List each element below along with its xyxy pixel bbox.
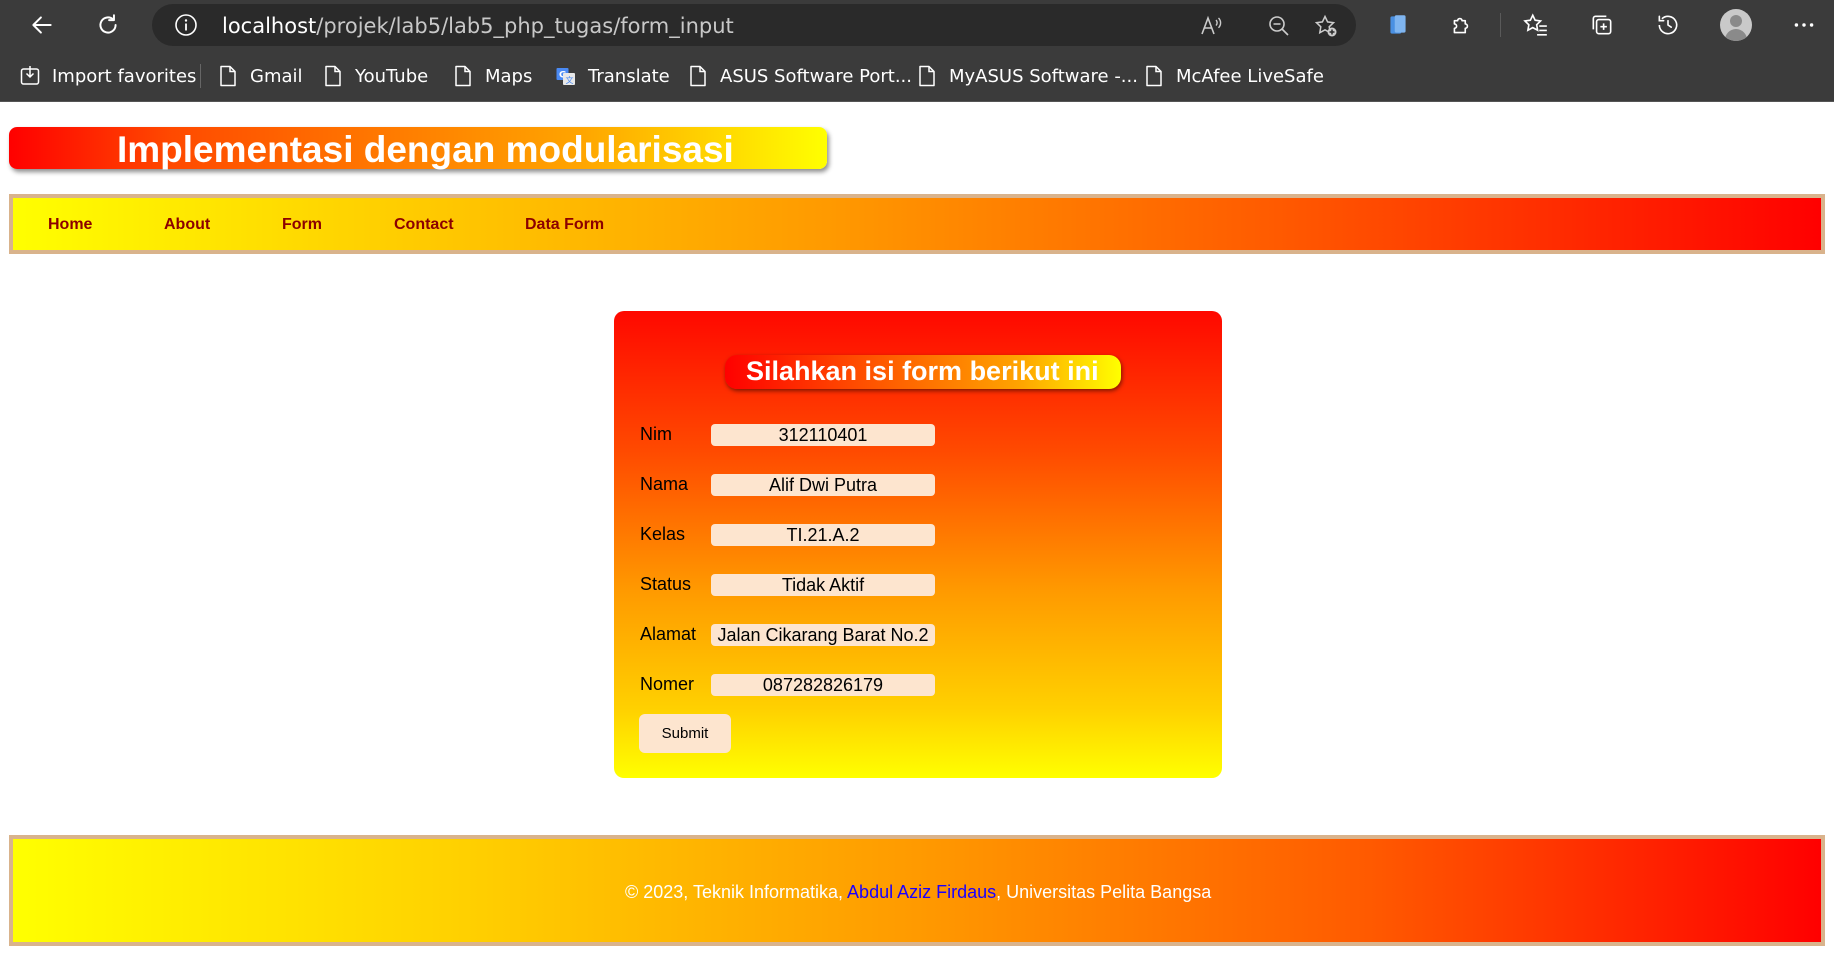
add-favorite-icon[interactable] [1314,14,1338,38]
favorite-label: Gmail [250,65,303,87]
form-title: Silahkan isi form berikut ini [746,356,1099,386]
url-path: /projek/lab5/lab5_php_tugas/form_input [316,14,734,38]
kelas-label: Kelas [640,524,686,544]
translate-icon: G文 [556,68,575,85]
favorites-button[interactable] [1518,7,1554,43]
status-label: Status [640,574,692,594]
clipboard-button[interactable] [1380,7,1416,43]
nim-field[interactable]: 312110401 [711,424,935,446]
favorites-star-icon [1523,13,1547,36]
favorite-label: Maps [485,65,533,87]
nama-label: Nama [640,474,689,494]
nomer-label: Nomer [640,674,695,694]
submit-button[interactable]: Submit [639,714,731,753]
favorite-asus-software-portal[interactable]: ASUS Software Port... [688,63,912,89]
back-button[interactable] [24,7,60,43]
alamat-label: Alamat [640,624,697,644]
favorite-gmail[interactable]: Gmail [218,63,303,89]
profile-avatar[interactable] [1720,9,1752,41]
nav-about[interactable]: About [164,216,210,234]
page-icon [325,65,341,87]
import-icon [20,66,40,85]
favorite-label: McAfee LiveSafe [1176,65,1324,87]
refresh-icon [99,14,117,34]
back-arrow-icon [32,16,52,34]
page-title: Implementasi dengan modularisasi [117,129,734,170]
extensions-button[interactable] [1444,7,1480,43]
nav-data-form[interactable]: Data Form [525,216,604,234]
favorite-label: YouTube [355,65,429,87]
history-button[interactable] [1650,7,1686,43]
collections-button[interactable] [1584,7,1620,43]
address-bar[interactable]: localhost/projek/lab5/lab5_php_tugas/for… [152,4,1356,46]
kelas-field[interactable]: TI.21.A.2 [711,524,935,546]
refresh-button[interactable] [90,7,126,43]
puzzle-icon [1453,17,1469,34]
favorite-label: Translate [588,65,670,87]
main-nav: Home About Form Contact Data Form [9,194,1825,254]
favorite-label: MyASUS Software -... [949,65,1138,87]
favorite-maps[interactable]: Maps [453,63,532,89]
status-field[interactable]: Tidak Aktif [711,574,935,596]
svg-text:文: 文 [566,75,574,85]
nomer-field[interactable]: 087282826179 [711,674,935,696]
favorite-mcafee-livesafe[interactable]: McAfee LiveSafe [1144,63,1324,89]
browser-toolbar: localhost/projek/lab5/lab5_php_tugas/for… [0,0,1834,50]
ellipsis-icon [1794,23,1814,27]
favorite-youtube[interactable]: YouTube [323,63,428,89]
nama-field[interactable]: Alif Dwi Putra [711,474,935,496]
footer-author-link[interactable]: Abdul Aziz Firdaus [847,882,996,902]
footer-text: © 2023, Teknik Informatika, Abdul Aziz F… [625,882,1211,903]
footer-suffix: , Universitas Pelita Bangsa [996,882,1212,902]
page-footer: © 2023, Teknik Informatika, Abdul Aziz F… [9,835,1825,946]
favorite-import[interactable]: Import favorites [20,63,196,89]
favorites-separator [200,64,201,88]
more-menu-button[interactable] [1786,7,1822,43]
page-icon [919,65,935,87]
footer-prefix: © 2023, Teknik Informatika, [625,882,848,902]
nav-form[interactable]: Form [282,216,322,234]
page-icon [220,65,236,87]
alamat-field[interactable]: Jalan Cikarang Barat No.2 [711,624,935,646]
favorites-bar: Import favorites Gmail YouTube Maps G文 T… [0,50,1834,102]
nav-home[interactable]: Home [48,216,92,234]
page-icon [690,65,706,87]
favorite-label: Import favorites [52,65,197,87]
page-icon [455,65,471,87]
nav-contact[interactable]: Contact [394,216,454,234]
favorite-label: ASUS Software Port... [720,65,912,87]
history-icon [1658,15,1678,35]
page-banner: Implementasi dengan modularisasi [9,127,827,170]
input-form: Silahkan isi form berikut ini Nim 312110… [614,311,1222,778]
collections-icon [1592,15,1612,35]
toolbar-separator [1500,13,1501,37]
zoom-out-icon[interactable] [1267,14,1291,38]
nim-label: Nim [640,424,672,444]
url-text: localhost/projek/lab5/lab5_php_tugas/for… [222,14,734,38]
favorite-myasus-software[interactable]: MyASUS Software -... [917,63,1138,89]
form-title-box: Silahkan isi form berikut ini [725,355,1121,389]
favorite-translate[interactable]: G文 Translate [556,63,670,89]
page-icon [1146,65,1162,87]
read-aloud-icon[interactable] [1199,14,1223,38]
url-host: localhost [222,14,317,38]
collections-clip-icon [1390,15,1406,34]
site-info-icon[interactable] [174,13,198,37]
